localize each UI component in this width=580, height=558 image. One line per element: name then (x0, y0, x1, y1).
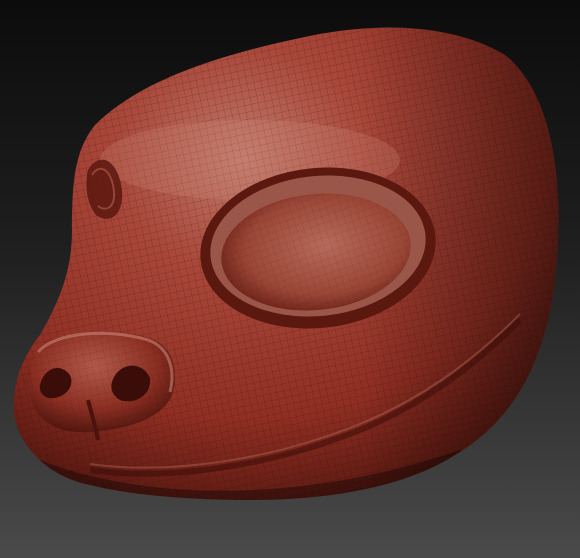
sculpt-viewport[interactable] (0, 0, 580, 558)
sculpted-head-render (13, 27, 559, 500)
